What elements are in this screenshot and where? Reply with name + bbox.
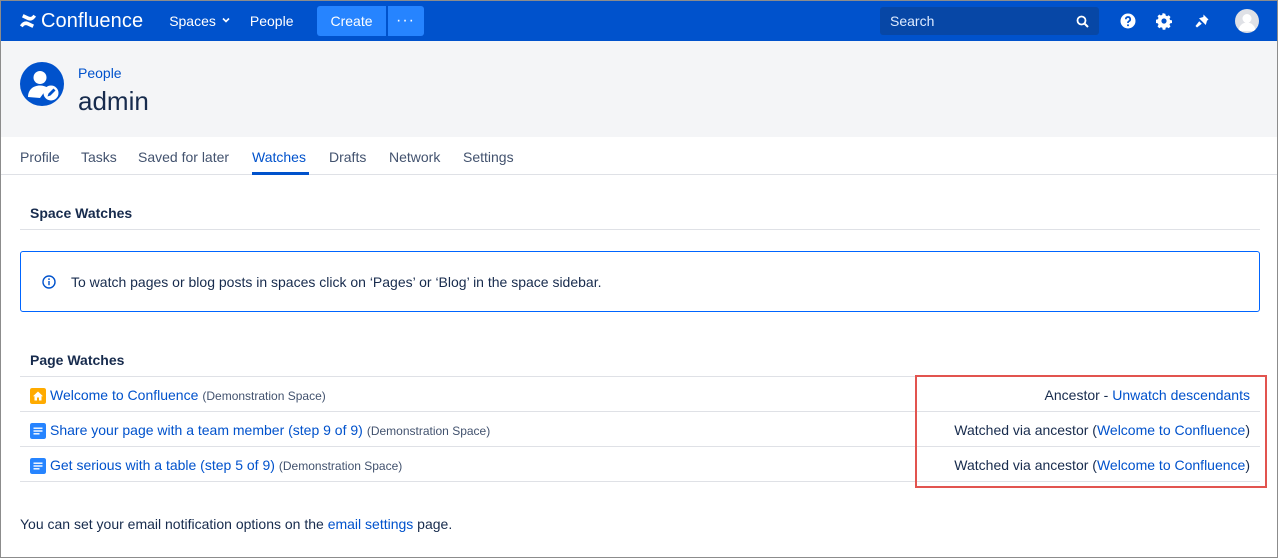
spaces-menu[interactable]: Spaces [169, 13, 230, 29]
tab-tasks[interactable]: Tasks [81, 149, 117, 165]
search-icon [1076, 15, 1089, 28]
space-name: (Demonstration Space) [278, 459, 403, 473]
tab-network[interactable]: Network [389, 149, 440, 165]
profile-tabs: Profile Tasks Saved for later Watches Dr… [1, 137, 1277, 175]
space-watches-title: Space Watches [30, 205, 133, 221]
people-link[interactable]: People [250, 13, 294, 29]
info-text: To watch pages or blog posts in spaces c… [71, 274, 602, 290]
space-name: (Demonstration Space) [366, 424, 491, 438]
logo-text: Confluence [41, 9, 144, 32]
page-icon [30, 423, 46, 439]
divider [20, 229, 1260, 230]
space-name: (Demonstration Space) [202, 389, 326, 403]
profile-header: People admin [1, 41, 1277, 137]
page-title-text[interactable]: Get serious with a table (step 5 of 9) [50, 457, 275, 473]
confluence-logo[interactable]: Confluence [19, 10, 143, 33]
tab-saved-for-later[interactable]: Saved for later [138, 149, 229, 165]
more-create-button[interactable]: ··· [387, 6, 424, 36]
breadcrumb[interactable]: People [78, 65, 122, 81]
search-input[interactable]: Search [880, 7, 1099, 35]
spaces-label: Spaces [169, 13, 216, 29]
page-title-text[interactable]: Share your page with a team member (step… [50, 422, 363, 438]
page-icon [30, 458, 46, 474]
email-settings-link[interactable]: email settings [328, 516, 414, 532]
note-text: You can set your email notification opti… [20, 516, 328, 532]
create-button[interactable]: Create [317, 6, 386, 36]
top-navigation: Confluence Spaces People Create ··· Sear… [1, 1, 1277, 41]
confluence-logo-icon [20, 14, 36, 28]
user-avatar-icon [1238, 14, 1256, 31]
page-watches-title: Page Watches [30, 352, 125, 368]
active-tab-indicator [252, 172, 309, 175]
info-icon [42, 275, 56, 289]
tab-watches[interactable]: Watches [252, 149, 306, 165]
profile-avatar-icon[interactable] [20, 62, 64, 106]
home-icon [30, 388, 46, 404]
page-frame: Confluence Spaces People Create ··· Sear… [0, 0, 1278, 558]
search-placeholder: Search [890, 13, 935, 29]
notifications-icon[interactable] [1193, 12, 1211, 30]
tab-profile[interactable]: Profile [20, 149, 60, 165]
page-link[interactable]: Share your page with a team member (step… [50, 422, 490, 438]
page-title: admin [78, 86, 149, 116]
chevron-down-icon [222, 17, 230, 23]
page-link[interactable]: Get serious with a table (step 5 of 9) (D… [50, 457, 402, 473]
tab-settings[interactable]: Settings [463, 149, 514, 165]
gear-icon[interactable] [1155, 12, 1173, 30]
email-settings-note: You can set your email notification opti… [20, 516, 452, 532]
note-text-end: page. [413, 516, 453, 532]
people-label: People [249, 13, 294, 29]
highlight-box [915, 375, 1267, 488]
page-link[interactable]: Welcome to Confluence (Demonstration Spac… [50, 387, 326, 403]
info-message: To watch pages or blog posts in spaces c… [20, 251, 1260, 312]
avatar[interactable] [1235, 9, 1259, 33]
tab-drafts[interactable]: Drafts [329, 149, 366, 165]
page-title-text[interactable]: Welcome to Confluence [50, 387, 198, 403]
help-icon[interactable] [1119, 12, 1137, 30]
